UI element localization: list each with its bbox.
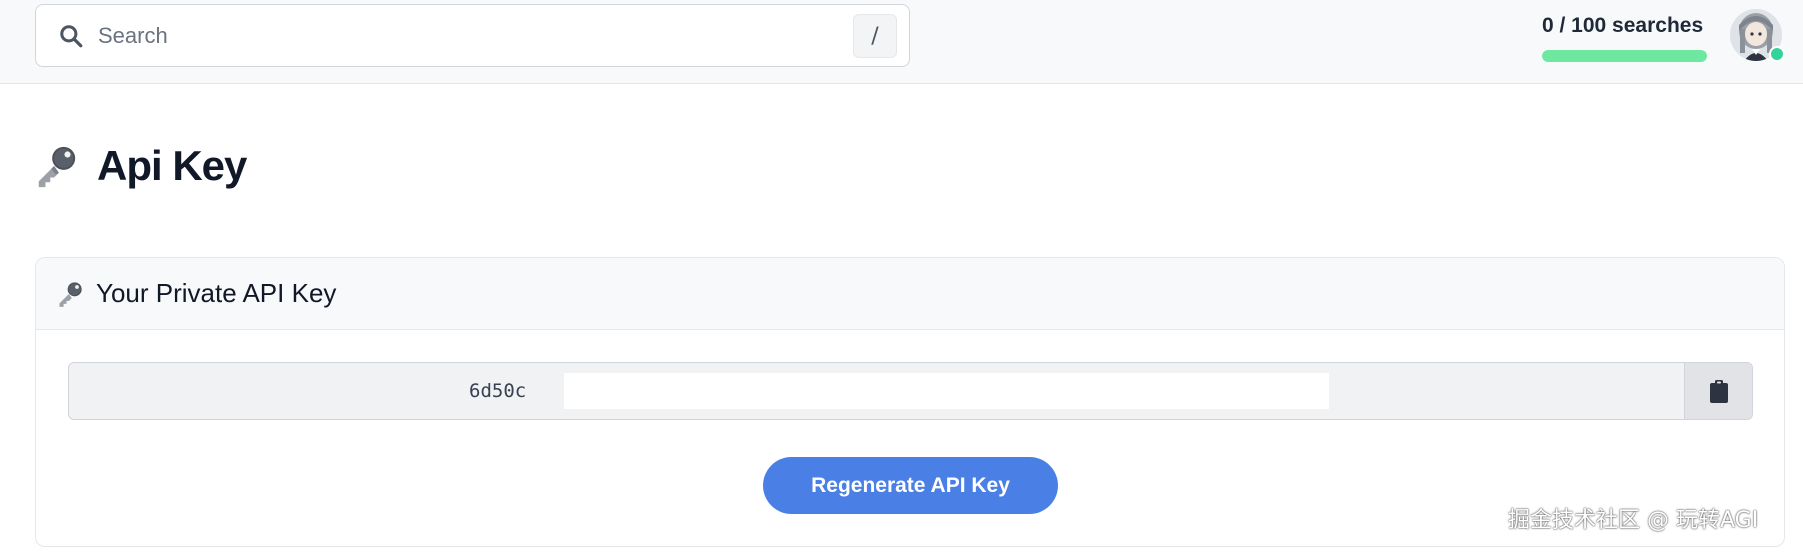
api-key-value[interactable]: 6d50c <box>469 363 526 419</box>
api-key-field[interactable]: 6d50c <box>68 362 1753 420</box>
search-input[interactable] <box>98 15 878 57</box>
online-status-dot <box>1769 46 1785 62</box>
top-bar: / 0 / 100 searches <box>0 0 1803 84</box>
page-title: Api Key <box>97 142 247 189</box>
page-heading: Api Key <box>33 136 247 196</box>
api-key-redaction <box>564 373 1329 409</box>
key-icon <box>59 281 82 307</box>
search-usage-count: 0 / 100 searches <box>1542 14 1704 37</box>
search-usage-bar-fill <box>1542 50 1707 62</box>
card-header: Your Private API Key <box>36 258 1784 330</box>
card-title: Your Private API Key <box>96 278 337 308</box>
search-icon <box>60 25 83 48</box>
key-icon <box>38 146 76 188</box>
search-shortcut-hint: / <box>853 14 897 58</box>
copy-api-key-button[interactable] <box>1684 363 1752 419</box>
clipboard-icon <box>1709 380 1728 403</box>
regenerate-api-key-button[interactable]: Regenerate API Key <box>763 457 1058 514</box>
watermark: 掘金技术社区 @ 玩转AGI <box>1508 508 1759 533</box>
search-box[interactable]: / <box>35 4 910 67</box>
search-usage-bar <box>1542 50 1707 62</box>
